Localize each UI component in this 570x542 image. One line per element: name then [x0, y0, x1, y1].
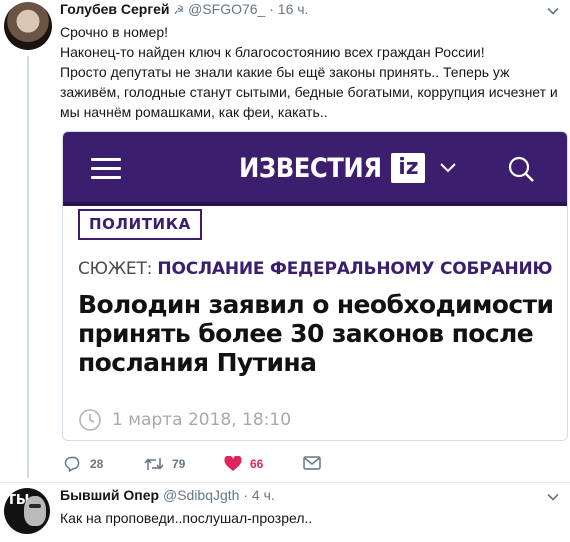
heart-icon [224, 456, 242, 471]
tweet-text-line: Просто депутаты не знали какие бы ещё за… [60, 64, 558, 120]
avatar[interactable]: ТЫ [4, 488, 50, 534]
tweet-header: Бывший Опер @SdibqJgth · 4 ч. [60, 486, 275, 504]
tweet: Бывший Опер @SdibqJgth · 4 ч. Как на про… [0, 483, 570, 542]
thread-line [27, 56, 29, 478]
story-line: СЮЖЕТ: ПОСЛАНИЕ ФЕДЕРАЛЬНОМУ СОБРАНИЮ [78, 259, 552, 279]
story-label: СЮЖЕТ: [78, 259, 153, 279]
user-handle[interactable]: @SFGO76_ [188, 1, 265, 17]
user-name[interactable]: Бывший Опер [60, 487, 159, 503]
search-icon [508, 156, 534, 182]
retweet-count: 79 [172, 457, 186, 471]
chevron-down-icon [440, 163, 457, 173]
envelope-icon [303, 456, 321, 470]
logo-badge: iz [391, 153, 426, 183]
direct-message-button[interactable] [303, 456, 329, 470]
izvestia-logo: ИЗВЕСТИЯ iz [239, 150, 457, 186]
like-count: 66 [250, 457, 264, 471]
tweet-text-line: Наконец-то найден ключ к благосостоянию … [60, 44, 485, 60]
caret-down-icon[interactable] [546, 490, 560, 504]
hamburger-icon [91, 158, 121, 180]
retweet-button[interactable]: 79 [144, 456, 185, 472]
avatar[interactable] [4, 2, 52, 50]
rubric-label: ПОЛИТИКА [78, 209, 202, 240]
link-card[interactable]: ИЗВЕСТИЯ iz ПОЛИТИКА СЮЖЕТ: ПОСЛАНИЕ ФЕД… [62, 131, 568, 441]
article-headline: Володин заявил о необходимости принять б… [78, 290, 554, 377]
separator-dot: · [243, 487, 249, 503]
tweet: Голубев Сергей ☭ @SFGO76_ · 16 ч. Срочно… [0, 0, 570, 482]
tweet-text: Как на проповеди..послушал-прозрел.. [60, 510, 313, 526]
hammer-sickle-icon: ☭ [173, 3, 185, 17]
reply-icon [64, 456, 80, 472]
caret-down-icon[interactable] [546, 4, 560, 18]
reply-button[interactable]: 28 [64, 456, 103, 472]
user-handle[interactable]: @SdibqJgth [163, 487, 239, 503]
separator-dot: · [269, 1, 274, 17]
user-name[interactable]: Голубев Сергей [60, 1, 170, 17]
date-text: 1 марта 2018, 18:10 [112, 410, 292, 430]
logo-word: ИЗВЕСТИЯ [239, 152, 382, 184]
card-header: ИЗВЕСТИЯ iz [63, 132, 567, 206]
tweet-header: Голубев Сергей ☭ @SFGO76_ · 16 ч. [60, 0, 308, 19]
cat-image [24, 496, 46, 526]
retweet-icon [144, 458, 164, 470]
clock-icon [79, 409, 101, 431]
like-button[interactable]: 66 [224, 456, 263, 472]
tweet-time[interactable]: 16 ч. [278, 1, 309, 17]
tweet-actions: 28 79 66 [64, 456, 364, 476]
tweet-text-line: Срочно в номер! [60, 24, 169, 40]
story-link: ПОСЛАНИЕ ФЕДЕРАЛЬНОМУ СОБРАНИЮ [157, 259, 553, 279]
tweet-time[interactable]: 4 ч. [252, 487, 275, 503]
tweet-text: Срочно в номер! Наконец-то найден ключ к… [60, 22, 565, 122]
article-date: 1 марта 2018, 18:10 [78, 408, 291, 432]
reply-count: 28 [90, 457, 104, 471]
